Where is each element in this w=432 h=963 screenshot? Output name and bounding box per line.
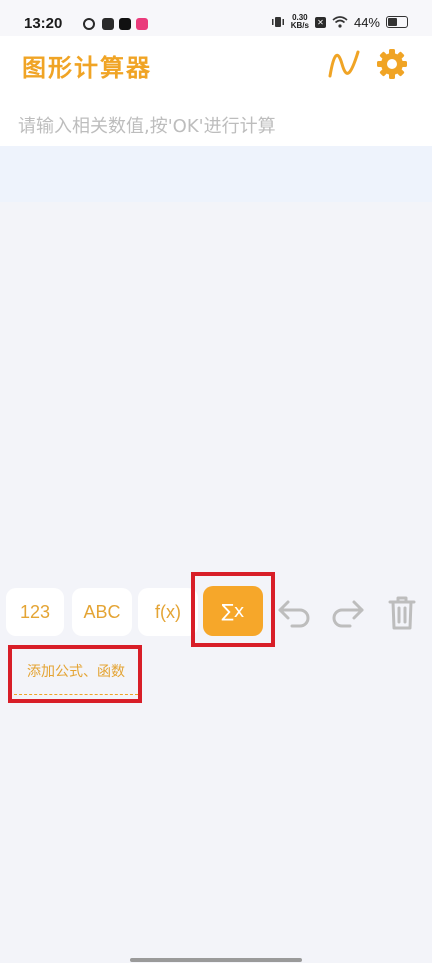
mode-key-abc[interactable]: ABC (72, 588, 132, 636)
mode-key-fx[interactable]: f(x) (138, 588, 198, 636)
graph-icon (328, 50, 360, 78)
add-formula-tooltip: 添加公式、函数 (14, 654, 138, 695)
home-indicator[interactable] (130, 958, 302, 962)
clear-button[interactable] (382, 592, 422, 632)
input-placeholder: 请输入相关数值,按'OK'进行计算 (18, 116, 276, 137)
trash-icon (388, 596, 416, 630)
mode-key-123[interactable]: 123 (6, 588, 64, 636)
graph-button[interactable] (326, 46, 362, 82)
vibrate-icon (271, 17, 284, 27)
settings-button[interactable] (374, 46, 410, 82)
net-speed-unit: KB/s (290, 21, 309, 30)
expression-input[interactable]: 请输入相关数值,按'OK'进行计算 (0, 92, 432, 146)
status-right: 0.30 KB/s ✕ 44% (271, 14, 408, 30)
gear-icon (377, 49, 407, 79)
undo-button[interactable] (274, 592, 314, 632)
redo-icon (332, 600, 364, 628)
app-title: 图形计算器 (22, 54, 152, 82)
wifi-icon (332, 16, 348, 28)
mail-icon (102, 18, 114, 30)
net-speed: 0.30 KB/s (291, 14, 309, 30)
redo-button[interactable] (328, 592, 368, 632)
x-icon: ✕ (314, 16, 326, 28)
status-time: 13:20 (24, 15, 63, 32)
battery-icon (386, 16, 408, 28)
app-icon (136, 18, 148, 30)
status-bar: 13:20 0.30 KB/s ✕ 44% (0, 0, 432, 36)
tiktok-icon (119, 18, 131, 30)
battery-percent: 44% (353, 14, 380, 30)
mode-key-formula[interactable]: ∑x (203, 586, 263, 636)
notif-icon (83, 18, 95, 30)
undo-icon (278, 600, 310, 628)
app-header: 图形计算器 (0, 36, 432, 92)
result-area (0, 146, 432, 202)
